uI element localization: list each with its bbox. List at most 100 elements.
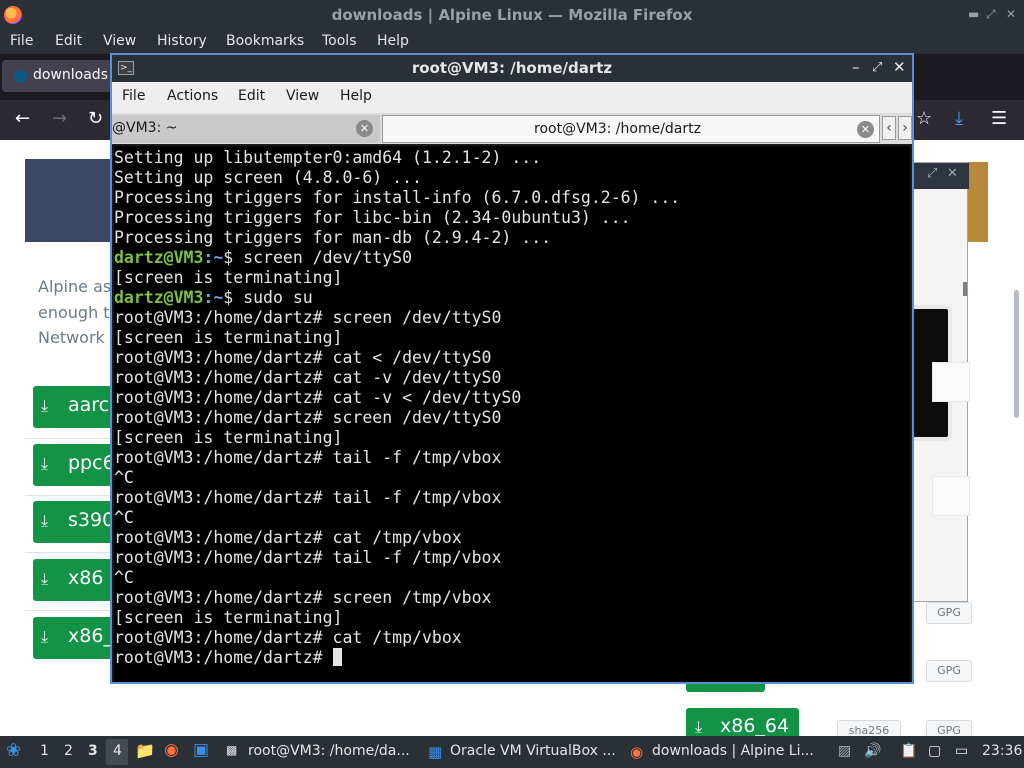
reload-icon[interactable]: ↻ bbox=[88, 108, 103, 129]
terminal-line: [screen is terminating] bbox=[114, 268, 343, 287]
workspace-4[interactable]: 4 bbox=[113, 743, 122, 759]
terminal-line: root@VM3:/home/dartz# screen /dev/ttyS0 bbox=[114, 408, 502, 427]
maximize-icon[interactable]: ⤢ bbox=[927, 166, 937, 181]
terminal-window[interactable]: >_ root@VM3: /home/dartz – ⤢ ✕ File Acti… bbox=[110, 53, 914, 684]
forward-icon[interactable]: → bbox=[52, 108, 67, 129]
menu-view[interactable]: View bbox=[103, 33, 136, 49]
download-icon: ⤓ bbox=[41, 454, 49, 473]
task-terminal[interactable]: ▩ root@VM3: /home/da... bbox=[222, 739, 420, 765]
intro-paragraph: Alpine as enough t Network bbox=[38, 274, 118, 351]
task-label: root@VM3: /home/da... bbox=[248, 743, 410, 759]
firefox-menubar: File Edit View History Bookmarks Tools H… bbox=[0, 30, 1024, 54]
hamburger-menu-icon[interactable]: ☰ bbox=[991, 108, 1007, 129]
terminal-line: dartz@VM3:~$ sudo su bbox=[114, 288, 910, 308]
terminal-tab-label: root@VM3: /home/dartz bbox=[534, 121, 701, 137]
maximize-icon[interactable]: ⤢ bbox=[872, 60, 882, 75]
download-icon: ⤓ bbox=[695, 717, 703, 736]
close-tab-icon[interactable]: ✕ bbox=[356, 120, 373, 137]
download-s390x-button[interactable]: ⤓ s390x bbox=[33, 501, 119, 543]
file-manager-icon[interactable]: 📁 bbox=[135, 741, 155, 760]
star-icon[interactable]: ☆ bbox=[916, 108, 932, 129]
terminal-tab-active[interactable]: root@VM3: /home/dartz ✕ bbox=[382, 115, 880, 143]
download-label: x86_64 bbox=[720, 715, 790, 737]
menu-tools[interactable]: Tools bbox=[322, 33, 357, 49]
menu-bookmarks[interactable]: Bookmarks bbox=[226, 33, 304, 49]
dialog-header: ⤢ ✕ bbox=[911, 163, 969, 189]
workspace-2[interactable]: 2 bbox=[64, 743, 73, 759]
download-icon: ⤓ bbox=[41, 396, 49, 415]
battery-icon[interactable]: ▭ bbox=[955, 743, 968, 759]
workspace-3[interactable]: 3 bbox=[88, 743, 98, 759]
terminal-menu-help[interactable]: Help bbox=[340, 88, 372, 104]
terminal-menu-view[interactable]: View bbox=[286, 88, 319, 104]
close-icon[interactable]: ✕ bbox=[893, 58, 906, 76]
maximize-icon[interactable]: ⤢ bbox=[986, 7, 996, 22]
divider bbox=[25, 610, 115, 611]
terminal-menu-actions[interactable]: Actions bbox=[167, 88, 218, 104]
intro-line: enough t bbox=[38, 302, 110, 322]
virtualbox-icon: ▦ bbox=[428, 743, 443, 761]
terminal-line: root@VM3:/home/dartz# cat -v /dev/ttyS0 bbox=[114, 368, 502, 387]
display-icon[interactable]: ▢ bbox=[928, 743, 941, 759]
volume-icon[interactable]: 🔊 bbox=[864, 743, 881, 759]
prompt-user: dartz@VM3 bbox=[114, 248, 204, 267]
task-label: downloads | Alpine Li... bbox=[652, 743, 814, 759]
terminal-title: root@VM3: /home/dartz bbox=[411, 59, 613, 77]
terminal-titlebar[interactable]: >_ root@VM3: /home/dartz – ⤢ ✕ bbox=[112, 55, 912, 82]
download-label: x86 bbox=[68, 567, 104, 589]
tab-scroll-left-icon[interactable]: ‹ bbox=[882, 116, 896, 140]
dialog-item bbox=[932, 362, 970, 402]
task-virtualbox[interactable]: ▦ Oracle VM VirtualBox ... bbox=[424, 739, 622, 765]
terminal-current-line[interactable]: root@VM3:/home/dartz# bbox=[114, 648, 910, 668]
close-icon[interactable]: ✕ bbox=[1006, 7, 1016, 21]
gpg-link[interactable]: GPG bbox=[926, 660, 972, 682]
page-scrollbar[interactable] bbox=[1014, 290, 1019, 418]
menu-help[interactable]: Help bbox=[377, 33, 409, 49]
gpg-link[interactable]: GPG bbox=[926, 602, 972, 624]
browser-tab[interactable]: downloads | Alpine Linux bbox=[2, 60, 208, 92]
terminal-line: root@VM3:/home/dartz# cat /tmp/vbox bbox=[114, 528, 462, 547]
terminal-line: root@VM3:/home/dartz# tail -f /tmp/vbox bbox=[114, 448, 502, 467]
workspace-1[interactable]: 1 bbox=[40, 743, 49, 759]
download-ppc64le-button[interactable]: ⤓ ppc64le bbox=[33, 444, 119, 486]
terminal-line: ^C bbox=[114, 468, 134, 487]
tab-scroll-right-icon[interactable]: › bbox=[898, 116, 912, 140]
minimize-icon[interactable]: – bbox=[852, 58, 860, 76]
task-firefox[interactable]: ◉ downloads | Alpine Li... bbox=[626, 739, 824, 765]
minimize-icon[interactable]: ▬ bbox=[968, 7, 979, 21]
text-cursor bbox=[332, 648, 342, 666]
download-x86-button[interactable]: ⤓ x86 bbox=[33, 559, 119, 601]
download-x86_64-button[interactable]: ⤓ x86_64 bbox=[33, 617, 119, 659]
terminal-line: root@VM3:/home/dartz# tail -f /tmp/vbox bbox=[114, 548, 502, 567]
tray-network-icon[interactable]: ▨ bbox=[838, 743, 851, 759]
terminal-line: Processing triggers for install-info (6.… bbox=[114, 188, 681, 207]
downloads-icon[interactable]: ⤓ bbox=[955, 108, 963, 129]
firefox-launcher-icon[interactable]: ◉ bbox=[164, 740, 179, 760]
divider bbox=[25, 552, 115, 553]
clipboard-icon[interactable]: 📋 bbox=[900, 743, 917, 759]
menu-file[interactable]: File bbox=[10, 33, 33, 49]
terminal-menubar: File Actions Edit View Help bbox=[112, 82, 912, 113]
download-aarch64-button[interactable]: ⤓ aarch64 bbox=[33, 386, 119, 428]
terminal-tabbar: @VM3: ~ ✕ root@VM3: /home/dartz ✕ ‹ › bbox=[112, 113, 912, 144]
intro-line: Network bbox=[38, 328, 105, 347]
menu-history[interactable]: History bbox=[157, 33, 207, 49]
start-menu-icon[interactable]: ❀ bbox=[6, 740, 21, 761]
firefox-titlebar: downloads | Alpine Linux — Mozilla Firef… bbox=[0, 0, 1024, 30]
prompt-path: :~ bbox=[203, 288, 224, 307]
terminal-line: [screen is terminating] bbox=[114, 328, 343, 347]
terminal-menu-file[interactable]: File bbox=[122, 88, 145, 104]
terminal-menu-edit[interactable]: Edit bbox=[238, 88, 265, 104]
window-title: downloads | Alpine Linux — Mozilla Firef… bbox=[331, 6, 693, 24]
close-tab-icon[interactable]: ✕ bbox=[857, 121, 874, 138]
terminal-output[interactable]: Setting up libutempter0:amd64 (1.2.1-2) … bbox=[114, 146, 910, 682]
terminal-line: root@VM3:/home/dartz# cat -v < /dev/ttyS… bbox=[114, 388, 522, 407]
back-icon[interactable]: ← bbox=[15, 108, 30, 129]
scrollbar-thumb[interactable] bbox=[963, 282, 967, 296]
menu-edit[interactable]: Edit bbox=[55, 33, 82, 49]
show-desktop-icon[interactable]: ▣ bbox=[193, 740, 209, 760]
close-icon[interactable]: ✕ bbox=[947, 166, 958, 181]
terminal-tab-home[interactable]: @VM3: ~ ✕ bbox=[112, 115, 380, 143]
intro-line: Alpine as bbox=[38, 277, 112, 296]
terminal-line: root@VM3:/home/dartz# cat < /dev/ttyS0 bbox=[114, 348, 492, 367]
